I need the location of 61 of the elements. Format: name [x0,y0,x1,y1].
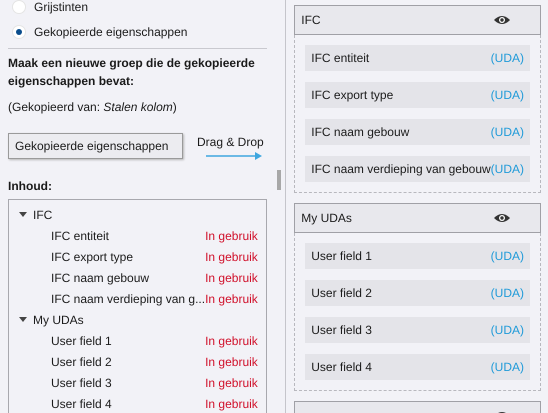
property-name: IFC entiteit [311,51,370,65]
copied-properties-button[interactable]: Gekopieerde eigenschappen [8,133,183,159]
tree-item[interactable]: My UDAs [33,312,84,326]
property-name: User field 4 [311,360,372,374]
property-item[interactable]: IFC export type (UDA) [305,82,530,108]
tree-item[interactable]: IFC export type [51,250,134,264]
eye-icon[interactable] [494,15,510,25]
tree-item[interactable]: User field 1 [51,334,112,348]
property-name: IFC naam verdieping van gebouw [311,162,491,176]
uda-tag: (UDA) [490,249,524,263]
tree-item[interactable]: User field 4 [51,396,112,410]
property-name: IFC naam gebouw [311,125,410,139]
radio-button[interactable] [12,24,26,38]
property-item[interactable]: User field 4 (UDA) [305,354,530,380]
expand-caret-icon[interactable] [19,317,27,322]
property-item[interactable]: IFC naam verdieping van gebouw(UDA) [305,156,530,182]
splitter-handle[interactable] [276,170,281,190]
status-text: In gebruik [205,270,258,284]
property-name: User field 3 [311,323,372,337]
tree-item[interactable]: IFC entiteit [51,228,110,242]
status-text: In gebruik [205,396,258,410]
tree-item[interactable]: IFC naam verdieping van g... [51,292,206,306]
expand-caret-icon[interactable] [19,212,27,217]
group-header[interactable]: IFC [294,5,541,35]
property-item[interactable]: User field 3 (UDA) [305,317,530,343]
contents-label: Inhoud: [8,179,53,193]
description-text: Maak een nieuwe groep die de gekopieerde eigenschappen bevat: [8,55,256,90]
status-text: In gebruik [205,376,258,390]
status-text: In gebruik [205,292,258,306]
uda-tag: (UDA) [490,286,524,300]
uda-tag: (UDA) [490,323,524,337]
property-item[interactable]: IFC naam gebouw (UDA) [305,119,530,145]
radio-label[interactable]: Gekopieerde eigenschappen [34,24,188,38]
eye-icon[interactable] [494,213,510,223]
uda-tag: (UDA) [490,162,524,176]
status-text: In gebruik [205,228,258,242]
group-title: IFC [301,13,321,27]
status-text: In gebruik [205,354,258,368]
tree-item[interactable]: IFC [33,208,52,222]
arrow-icon [206,151,262,161]
status-text: In gebruik [205,250,258,264]
tree-item[interactable]: IFC naam gebouw [51,270,150,284]
radio-button[interactable] [12,0,26,14]
uda-tag: (UDA) [490,88,524,102]
status-text: In gebruik [205,334,258,348]
uda-tag: (UDA) [490,125,524,139]
uda-tag: (UDA) [490,51,524,65]
property-name: User field 2 [311,286,372,300]
property-name: User field 1 [311,249,372,263]
uda-tag: (UDA) [490,360,524,374]
tree-item[interactable]: User field 2 [51,354,112,368]
tree-item[interactable]: User field 3 [51,376,112,390]
property-name: IFC export type [311,88,394,102]
group-header[interactable]: My UDAs [294,203,541,233]
group-title: My UDAs [301,211,352,225]
copied-from-text: (Gekopieerd van: Stalen kolom) [8,99,178,116]
property-item[interactable]: User field 2 (UDA) [305,280,530,306]
drag-drop-label: Drag & Drop [197,135,264,149]
property-item[interactable]: User field 1 (UDA) [305,243,530,269]
property-item[interactable]: IFC entiteit (UDA) [305,45,530,71]
radio-label[interactable]: Grijstinten [34,0,88,14]
